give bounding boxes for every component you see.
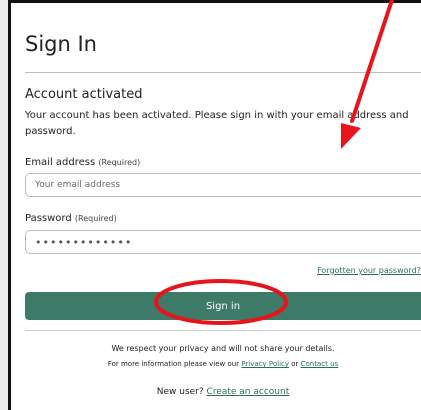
new-user-prefix: New user? [156,387,207,397]
email-label-text: Email address [25,157,96,168]
more-info-line: For more information please view our Pri… [25,360,421,368]
password-required-text: (Required) [74,214,117,223]
password-label: Password (Required) [25,213,117,224]
page-title: Sign In [25,32,97,56]
password-field[interactable] [25,230,421,254]
privacy-statement: We respect your privacy and will not sha… [111,344,335,353]
sign-in-panel: Sign In Account activated Your account h… [8,0,421,410]
notice-heading: Account activated [25,87,143,102]
create-account-link[interactable]: Create an account [207,387,290,397]
more-info-or: or [289,360,301,368]
contact-us-link[interactable]: Contact us [301,360,339,368]
forgot-password-link[interactable]: Forgotten your password? [317,266,421,275]
email-label: Email address (Required) [25,157,140,168]
password-label-text: Password [25,213,72,224]
title-divider [25,72,421,73]
sign-in-button[interactable]: Sign in [25,292,421,320]
privacy-policy-link[interactable]: Privacy Policy [241,360,289,368]
more-info-prefix: For more information please view our [107,360,242,368]
email-required-text: (Required) [98,158,141,167]
notice-body: Your account has been activated. Please … [25,110,409,137]
new-user-line: New user? Create an account [25,387,421,397]
email-field[interactable] [25,173,421,197]
footer-divider [25,330,421,331]
